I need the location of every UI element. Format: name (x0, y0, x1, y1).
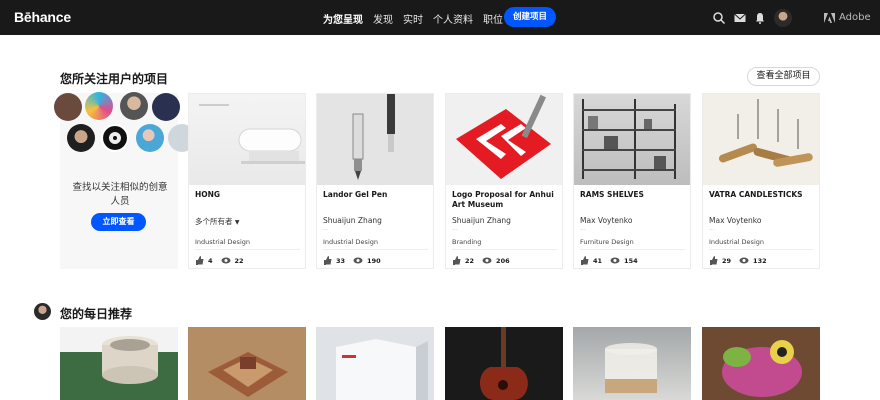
views-count: 132 (753, 256, 767, 265)
thumbs-up-icon (324, 256, 332, 265)
project-more: ··· (580, 227, 586, 234)
project-card[interactable]: HONG 多个所有者 ▼ Industrial Design 4 22 (188, 93, 306, 269)
project-stats: 33 190 (323, 256, 389, 265)
project-more: ··· (709, 227, 715, 234)
project-owner[interactable]: 多个所有者 ▼ (195, 216, 240, 227)
project-more: ··· (452, 227, 458, 234)
daily-project-thumbnail[interactable] (316, 327, 434, 400)
views-count: 22 (234, 256, 244, 265)
thumbs-up-icon (581, 256, 589, 265)
project-more: ··· (323, 227, 329, 234)
eye-icon (739, 257, 749, 264)
thumbs-up-icon (710, 256, 718, 265)
create-project-button[interactable]: 创建项目 (504, 7, 556, 27)
views-count: 154 (624, 256, 638, 265)
divider (709, 249, 814, 250)
nav-for-you[interactable]: 为您呈现 (323, 11, 363, 26)
project-title[interactable]: HONG (195, 190, 303, 200)
project-thumbnail[interactable] (446, 94, 562, 185)
project-card[interactable]: VATRA CANDLESTICKS Max Voytenko ··· Indu… (702, 93, 820, 269)
project-owner[interactable]: Max Voytenko (580, 216, 632, 225)
thumbs-up-icon (196, 256, 204, 265)
top-navigation-bar: Bēhance 为您呈现 发现 实时 个人资料 职位 创建项目 Adobe (0, 0, 880, 35)
eye-icon (610, 257, 620, 264)
creator-avatar[interactable] (54, 93, 82, 121)
creator-avatar[interactable] (152, 93, 180, 121)
creator-avatar[interactable] (67, 124, 95, 152)
likes-count: 29 (722, 256, 732, 265)
find-creatives-text: 查找以关注相似的创意人员 (72, 182, 168, 207)
project-field[interactable]: Branding (452, 238, 481, 246)
adobe-logo-icon (824, 12, 835, 23)
project-thumbnail[interactable] (703, 94, 819, 185)
project-stats: 4 22 (195, 256, 252, 265)
project-thumbnail[interactable] (317, 94, 433, 185)
nav-live[interactable]: 实时 (403, 11, 423, 26)
divider (323, 249, 428, 250)
search-icon[interactable] (712, 11, 726, 25)
creator-avatar[interactable] (85, 92, 113, 120)
main-nav: 为您呈现 发现 实时 个人资料 职位 (323, 11, 513, 26)
thumbs-up-icon (453, 256, 461, 265)
project-thumbnail[interactable] (189, 94, 305, 185)
bell-icon[interactable] (753, 11, 767, 25)
daily-project-thumbnail[interactable] (445, 327, 563, 400)
eye-icon (221, 257, 231, 264)
likes-count: 41 (593, 256, 603, 265)
project-title[interactable]: RAMS SHELVES (580, 190, 688, 200)
see-all-projects-button[interactable]: 查看全部项目 (747, 67, 820, 86)
user-avatar[interactable] (774, 9, 792, 27)
likes-count: 22 (465, 256, 475, 265)
project-thumbnail[interactable] (574, 94, 690, 185)
daily-project-thumbnail[interactable] (188, 327, 306, 400)
project-title[interactable]: Landor Gel Pen (323, 190, 431, 200)
views-count: 190 (367, 256, 381, 265)
project-card[interactable]: RAMS SHELVES Max Voytenko ··· Furniture … (573, 93, 691, 269)
project-title[interactable]: VATRA CANDLESTICKS (709, 190, 817, 200)
likes-count: 33 (336, 256, 346, 265)
creator-avatar[interactable] (120, 92, 148, 120)
eye-icon (482, 257, 492, 264)
mail-icon[interactable] (733, 11, 747, 25)
daily-avatar[interactable] (34, 303, 51, 320)
creator-avatar[interactable] (101, 124, 129, 152)
project-field[interactable]: Furniture Design (580, 238, 634, 246)
likes-count: 4 (208, 256, 213, 265)
divider (580, 249, 685, 250)
daily-project-thumbnail[interactable] (702, 327, 820, 400)
daily-section-title: 您的每日推荐 (60, 307, 133, 321)
nav-discover[interactable]: 发现 (373, 11, 393, 26)
divider (195, 249, 300, 250)
nav-profile[interactable]: 个人资料 (433, 11, 473, 26)
eye-icon (353, 257, 363, 264)
project-stats: 22 206 (452, 256, 518, 265)
creator-avatar[interactable] (136, 124, 164, 152)
daily-project-thumbnail[interactable] (60, 327, 178, 400)
project-card[interactable]: Landor Gel Pen Shuaijun Zhang ··· Indust… (316, 93, 434, 269)
adobe-link[interactable]: Adobe (824, 12, 871, 23)
project-stats: 41 154 (580, 256, 646, 265)
following-section-title: 您所关注用户的项目 (60, 72, 169, 86)
project-card[interactable]: Logo Proposal for Anhui Art Museum Shuai… (445, 93, 563, 269)
adobe-label: Adobe (839, 12, 871, 23)
project-field[interactable]: Industrial Design (195, 238, 250, 246)
behance-logo[interactable]: Bēhance (14, 9, 71, 25)
find-creatives-card: 查找以关注相似的创意人员 立即查看 (54, 92, 196, 269)
daily-project-thumbnail[interactable] (573, 327, 691, 400)
divider (452, 249, 557, 250)
project-owner[interactable]: Shuaijun Zhang (323, 216, 382, 225)
project-field[interactable]: Industrial Design (709, 238, 764, 246)
project-field[interactable]: Industrial Design (323, 238, 378, 246)
project-title[interactable]: Logo Proposal for Anhui Art Museum (452, 190, 560, 210)
project-owner[interactable]: Max Voytenko (709, 216, 761, 225)
project-stats: 29 132 (709, 256, 775, 265)
nav-jobs[interactable]: 职位 (483, 11, 503, 26)
view-now-button[interactable]: 立即查看 (91, 213, 146, 231)
project-owner[interactable]: Shuaijun Zhang (452, 216, 511, 225)
views-count: 206 (496, 256, 510, 265)
